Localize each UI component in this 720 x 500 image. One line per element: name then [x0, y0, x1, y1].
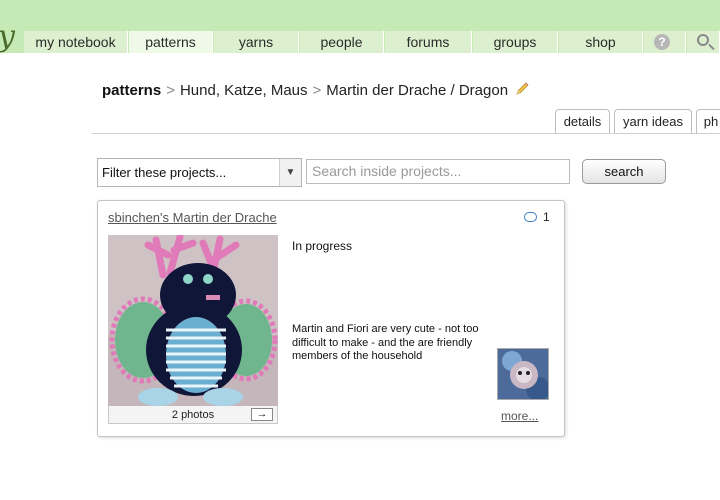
tab-details[interactable]: details — [555, 109, 610, 134]
site-logo[interactable]: y — [0, 22, 15, 52]
photo-count-bar: 2 photos → — [108, 406, 278, 424]
nav-tab-people[interactable]: people — [300, 31, 384, 53]
tab-photos[interactable]: ph — [696, 109, 720, 134]
comment-bubble-icon — [524, 212, 537, 222]
edit-pencil-icon[interactable] — [514, 81, 530, 97]
filter-selected-value: Filter these projects... — [102, 165, 227, 180]
more-link[interactable]: more... — [501, 409, 538, 423]
search-button[interactable]: search — [582, 159, 666, 184]
nav-tab-forums[interactable]: forums — [385, 31, 472, 53]
project-card: sbinchen's Martin der Drache 1 2 photos … — [97, 200, 565, 437]
breadcrumb-pattern[interactable]: Martin der Drache / Dragon — [326, 82, 508, 99]
breadcrumb-separator: > — [312, 82, 322, 99]
help-button[interactable]: ? — [644, 31, 686, 53]
breadcrumb-designer[interactable]: Hund, Katze, Maus — [180, 82, 308, 99]
filter-projects-select[interactable]: Filter these projects... ▼ — [97, 158, 302, 187]
search-icon — [697, 34, 709, 46]
nav-tab-my-notebook[interactable]: my notebook — [24, 31, 128, 53]
nav-tab-patterns[interactable]: patterns — [129, 31, 213, 53]
site-search-button[interactable] — [687, 31, 720, 53]
dropdown-arrow-icon[interactable]: ▼ — [279, 159, 301, 186]
comment-count[interactable]: 1 — [524, 210, 550, 224]
next-photo-arrow-icon[interactable]: → — [251, 408, 273, 421]
project-status: In progress — [292, 239, 353, 253]
nav-tab-groups[interactable]: groups — [473, 31, 558, 53]
content-divider — [92, 133, 720, 134]
photo-count-label: 2 photos — [171, 409, 215, 421]
project-description: Martin and Fiori are very cute - not too… — [292, 323, 479, 362]
nav-tab-shop[interactable]: shop — [559, 31, 643, 53]
breadcrumb-patterns[interactable]: patterns — [102, 82, 161, 99]
comment-count-value: 1 — [543, 210, 550, 224]
knitted-dragon-photo — [108, 235, 278, 406]
search-projects-input[interactable]: Search inside projects... — [306, 159, 570, 184]
help-icon: ? — [654, 34, 670, 50]
breadcrumb: patterns > Hund, Katze, Maus > Martin der Dr… — [102, 81, 530, 99]
nav-tab-yarns[interactable]: yarns — [214, 31, 299, 53]
project-title-link[interactable]: sbinchen's Martin der Drache — [108, 210, 277, 225]
project-photo[interactable] — [108, 235, 278, 406]
breadcrumb-separator: > — [166, 82, 175, 99]
avatar-image — [498, 349, 548, 399]
tab-yarn-ideas[interactable]: yarn ideas — [614, 109, 692, 134]
top-navigation-bar: y my notebook patterns yarns people foru… — [0, 0, 720, 53]
user-avatar[interactable] — [497, 348, 549, 400]
